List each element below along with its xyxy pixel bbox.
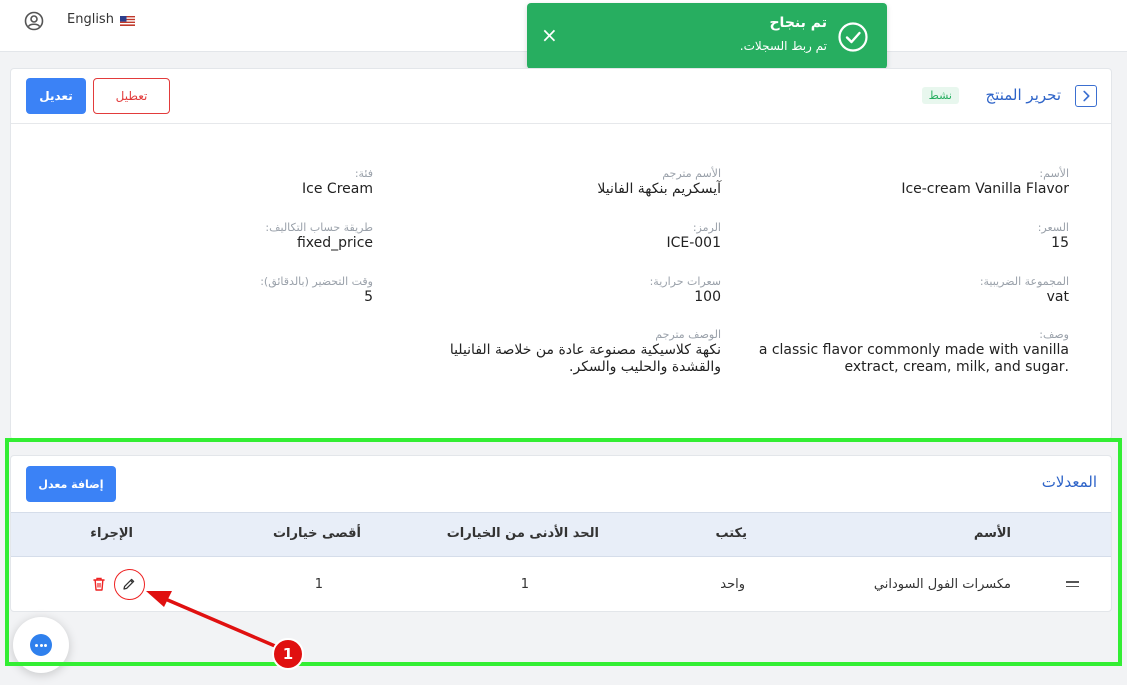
success-toast: × تم بنجاح تم ربط السجلات.: [527, 3, 887, 69]
field-price: السعر: 15: [749, 221, 1069, 252]
field-label: الوصف مترجم: [655, 328, 721, 341]
modifiers-card: إضافة معدل المعدلات الأسم يكتب الحد الأد…: [10, 455, 1112, 612]
chat-button[interactable]: [13, 617, 69, 673]
field-category: فئة: Ice Cream: [53, 167, 373, 198]
drag-handle-icon[interactable]: [1066, 581, 1079, 588]
modifier-name: مكسرات الفول السوداني: [873, 577, 1011, 592]
field-tax-group: المجموعة الضريبية: vat: [749, 275, 1069, 306]
field-label: وصف:: [1039, 328, 1069, 341]
modifier-max: 1: [314, 577, 323, 592]
trash-icon[interactable]: [91, 576, 107, 592]
field-label: السعر:: [1037, 221, 1069, 234]
column-header: الأسم: [973, 526, 1011, 541]
field-label: وقت التحضير (بالدقائق):: [260, 275, 373, 288]
check-circle-icon: [838, 22, 868, 52]
toast-message: تم ربط السجلات.: [739, 39, 827, 53]
field-value: fixed_price: [296, 235, 373, 251]
field-prep-time: وقت التحضير (بالدقائق): 5: [53, 275, 373, 306]
field-value: vat: [1046, 289, 1069, 305]
field-value: ICE-001: [666, 235, 721, 251]
field-description: وصف: a classic flavor commonly made with…: [749, 328, 1069, 376]
field-sku: الرمز: ICE-001: [401, 221, 721, 252]
modifier-min: 1: [520, 577, 529, 592]
field-label: فئة:: [354, 167, 373, 180]
field-value: آيسكريم بنكهة الفانيلا: [597, 181, 721, 197]
field-translated-description: الوصف مترجم نكهة كلاسيكية مصنوعة عادة من…: [401, 328, 721, 376]
edit-button[interactable]: تعديل: [26, 78, 86, 114]
field-label: الأسم:: [1039, 167, 1069, 180]
field-translated-name: الأسم مترجم آيسكريم بنكهة الفانيلا: [401, 167, 721, 198]
disable-button[interactable]: تعطيل: [93, 78, 170, 114]
product-card: تعديل تعطيل نشط تحرير المنتج الأسم: Ice-…: [10, 68, 1112, 440]
add-modifier-button[interactable]: إضافة معدل: [26, 466, 116, 502]
user-circle-icon[interactable]: [24, 11, 44, 31]
field-value: .extract, cream, milk, and sugar: [844, 359, 1070, 375]
edit-pencil-icon[interactable]: [114, 569, 145, 600]
field-calories: سعرات حرارية: 100: [401, 275, 721, 306]
field-value: نكهة كلاسيكية مصنوعة عادة من خلاصة الفان…: [449, 342, 721, 358]
close-icon[interactable]: ×: [541, 23, 558, 47]
field-label: سعرات حرارية:: [649, 275, 721, 288]
page-title: تحرير المنتج: [985, 86, 1062, 104]
chat-bubble-icon: [30, 634, 52, 656]
field-label: المجموعة الضريبية:: [979, 275, 1069, 288]
field-value: a classic flavor commonly made with vani…: [758, 342, 1069, 358]
modifiers-header: إضافة معدل المعدلات: [11, 456, 1111, 512]
us-flag-icon: [120, 16, 135, 26]
modifier-type: واحد: [720, 577, 745, 592]
field-label: طريقة حساب التكاليف:: [265, 221, 373, 234]
field-value: والقشدة والحليب والسكر.: [569, 359, 721, 375]
field-costing-method: طريقة حساب التكاليف: fixed_price: [53, 221, 373, 252]
status-badge: نشط: [921, 87, 959, 104]
toast-title: تم بنجاح: [769, 15, 827, 31]
field-name: الأسم: Ice-cream Vanilla Flavor: [749, 167, 1069, 198]
table-row: مكسرات الفول السوداني واحد 1 1: [11, 557, 1111, 612]
chevron-right-icon[interactable]: [1075, 85, 1097, 107]
language-selector[interactable]: English: [67, 12, 114, 27]
field-label: الأسم مترجم: [662, 167, 721, 180]
field-value: Ice Cream: [302, 181, 373, 197]
field-value: Ice-cream Vanilla Flavor: [901, 181, 1069, 197]
column-header: أقصى خيارات: [272, 526, 361, 541]
field-value: 5: [364, 289, 373, 305]
table-header: الأسم يكتب الحد الأدنى من الخيارات أقصى …: [11, 512, 1111, 557]
field-value: 100: [694, 289, 721, 305]
field-label: الرمز:: [692, 221, 721, 234]
field-value: 15: [1051, 235, 1069, 251]
modifiers-title: المعدلات: [1041, 473, 1097, 491]
column-header: يكتب: [715, 526, 747, 541]
column-header: الحد الأدنى من الخيارات: [446, 526, 599, 541]
column-header: الإجراء: [90, 526, 133, 541]
product-card-header: تعديل تعطيل نشط تحرير المنتج: [11, 69, 1111, 124]
step-number-badge: 1: [272, 638, 304, 670]
